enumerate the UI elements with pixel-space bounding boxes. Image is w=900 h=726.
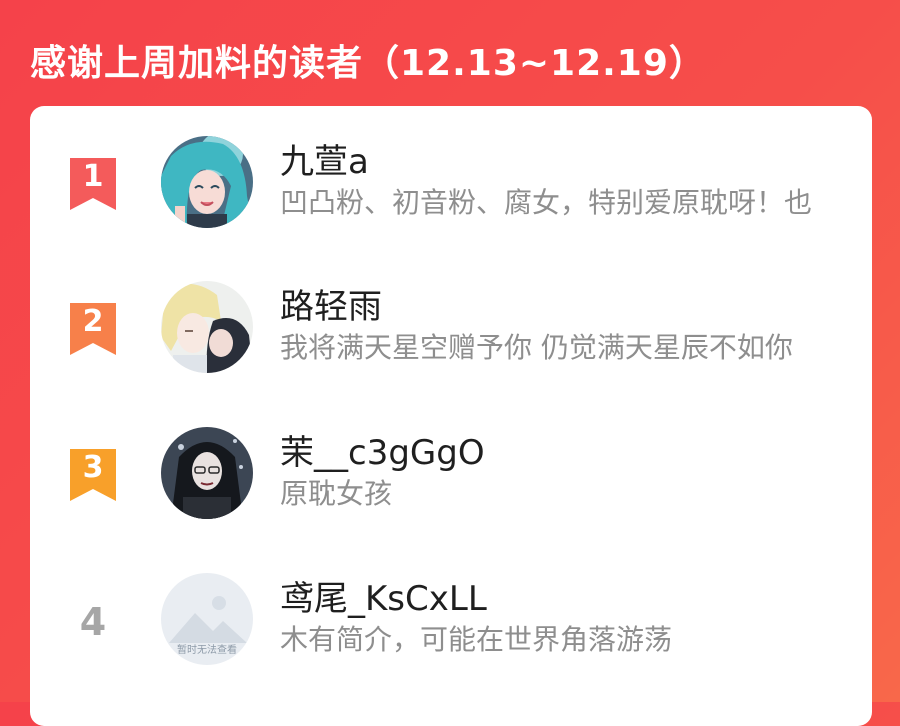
avatar-placeholder-text: 暂时无法查看 [177, 643, 237, 656]
anime-couple-avatar-icon [161, 281, 253, 373]
reader-name: 九萱a [280, 142, 369, 182]
list-item[interactable]: 2 路轻雨 我将满天星空赠予你 仍觉满天星辰不如你 [30, 251, 872, 373]
dark-haired-girl-avatar-icon [161, 427, 253, 519]
reader-bio: 原耽女孩 [280, 477, 393, 510]
page-title: 感谢上周加料的读者（12.13~12.19） [30, 43, 706, 84]
list-item[interactable]: 1 九萱a 凹凸粉、初音粉、腐女，特别爱原耽呀！也 [30, 106, 872, 228]
rank-badge: 2 [70, 303, 116, 355]
list-item[interactable]: 4 暂时无法查看 鸢尾_KsCxLL 木有简介，可能在世界角落游荡 [30, 543, 872, 665]
rank-number: 4 [79, 600, 107, 644]
reader-bio: 我将满天星空赠予你 仍觉满天星辰不如你 [280, 331, 793, 364]
rank-badge: 1 [70, 158, 116, 210]
reader-bio: 木有简介，可能在世界角落游荡 [280, 623, 673, 656]
rank-badge: 3 [70, 449, 116, 501]
avatar[interactable] [161, 281, 253, 373]
reader-bio: 凹凸粉、初音粉、腐女，特别爱原耽呀！也 [280, 186, 813, 219]
reader-name: 路轻雨 [280, 287, 382, 327]
avatar[interactable]: 暂时无法查看 [161, 573, 253, 665]
reader-name: 茉__c3gGgO [280, 433, 485, 473]
rank-number: 3 [82, 450, 104, 485]
avatar[interactable] [161, 427, 253, 519]
placeholder-avatar-icon: 暂时无法查看 [161, 573, 253, 665]
reader-list: 1 九萱a 凹凸粉、初音粉、腐女，特别爱原耽呀！也 2 路轻雨 我将满天星空赠予… [30, 106, 872, 726]
avatar[interactable] [161, 136, 253, 228]
rank-number: 1 [82, 159, 104, 194]
rank-number: 2 [82, 304, 104, 339]
list-item[interactable]: 3 茉__c3gGgO 原耽女孩 [30, 397, 872, 519]
anime-girl-avatar-icon [161, 136, 253, 228]
reader-name: 鸢尾_KsCxLL [280, 579, 487, 619]
